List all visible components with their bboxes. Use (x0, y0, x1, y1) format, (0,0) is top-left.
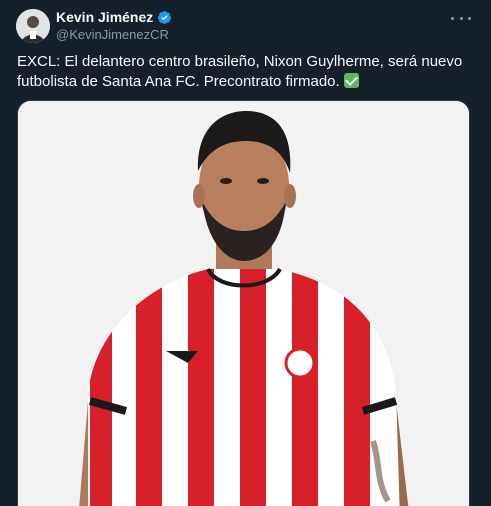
verified-badge-icon (158, 10, 172, 24)
check-mark-icon (343, 73, 359, 88)
tweet-media[interactable] (17, 100, 470, 506)
player-photo-icon (18, 101, 469, 506)
person-avatar-icon (16, 9, 50, 43)
author-avatar[interactable] (16, 9, 50, 43)
tweet-body: EXCL: El delantero centro brasileño, Nix… (17, 53, 463, 90)
tweet: Kevin Jiménez @KevinJimenezCR EXCL: El d… (0, 0, 491, 506)
tweet-text: EXCL: El delantero centro brasileño, Nix… (17, 52, 472, 92)
more-options-icon[interactable] (451, 10, 471, 26)
tweet-header: Kevin Jiménez @KevinJimenezCR (56, 8, 172, 42)
author-name[interactable]: Kevin Jiménez (56, 9, 153, 25)
author-handle[interactable]: @KevinJimenezCR (56, 27, 172, 42)
